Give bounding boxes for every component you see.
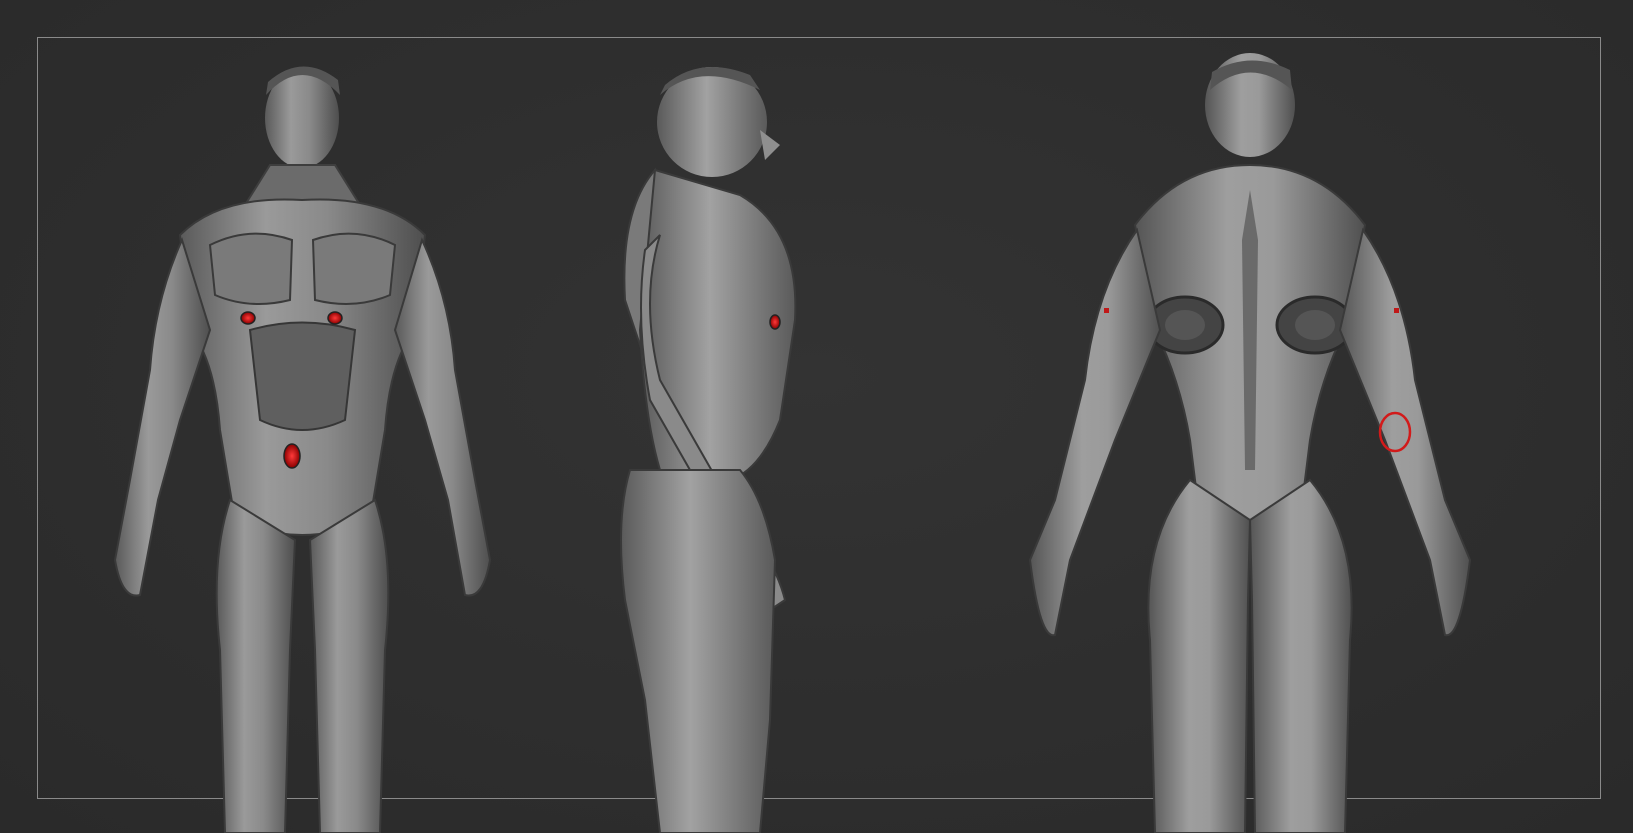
right-arm	[1338, 227, 1472, 637]
viewport-canvas[interactable]	[0, 0, 1633, 833]
head	[265, 66, 340, 168]
figure-front-view[interactable]	[70, 0, 540, 833]
left-arm	[113, 237, 212, 597]
head	[1205, 53, 1295, 157]
leg	[620, 469, 777, 833]
right-leg	[308, 498, 390, 833]
right-leg	[1248, 478, 1353, 833]
chest-light-left	[240, 311, 256, 325]
marker-left	[1104, 308, 1109, 313]
right-arm	[393, 237, 492, 597]
left-leg	[215, 498, 297, 833]
figure-side-view[interactable]	[600, 0, 860, 833]
belt-light	[283, 443, 301, 469]
head	[657, 67, 780, 177]
side-light	[769, 314, 781, 330]
marker-right	[1394, 308, 1399, 313]
figure-back-view[interactable]	[1000, 0, 1500, 833]
chest-light-right	[327, 311, 343, 325]
left-leg	[1147, 478, 1252, 833]
left-arm	[1028, 227, 1162, 637]
